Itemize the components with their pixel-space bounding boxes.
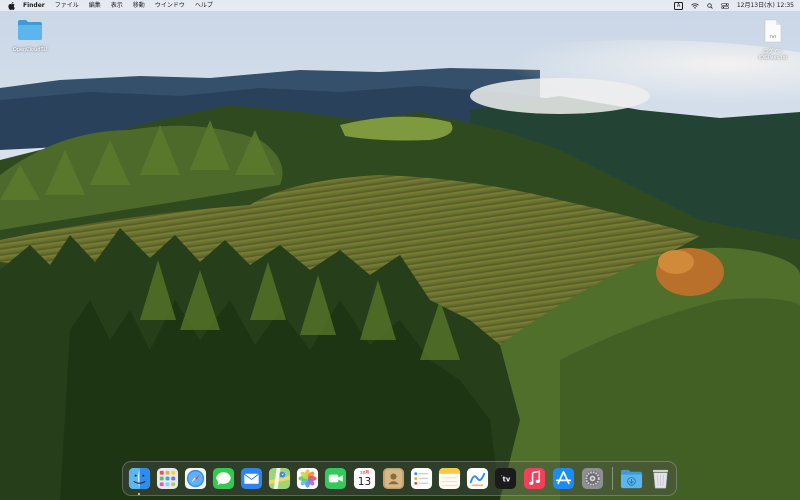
dock-messages[interactable] (212, 467, 235, 490)
desktop-icon-label: OpenCloudTU (12, 47, 48, 53)
dock-safari[interactable] (184, 467, 207, 490)
menu-window[interactable]: ウインドウ (150, 0, 190, 11)
menu-edit[interactable]: 編集 (84, 0, 106, 11)
folder-icon (18, 20, 42, 40)
dock-freeform[interactable] (466, 467, 489, 490)
reminders-icon (410, 467, 433, 490)
desktop-icon-label: ログイン ID&Pass.txt (758, 49, 788, 61)
dock-launchpad[interactable] (156, 467, 179, 490)
menu-go[interactable]: 移動 (128, 0, 150, 11)
calendar-month-label: 12月 (360, 470, 369, 475)
mail-icon (240, 467, 263, 490)
dock-calendar[interactable]: 12月 13 (353, 467, 376, 490)
input-source-menu[interactable]: A (674, 1, 683, 10)
safari-icon (184, 467, 207, 490)
dock-mail[interactable] (240, 467, 263, 490)
dock-facetime[interactable] (324, 467, 347, 490)
dock-contacts[interactable] (382, 467, 405, 490)
desktop-folder-opencloud[interactable]: OpenCloudTU (5, 19, 55, 53)
photos-icon (296, 467, 319, 490)
running-indicator (138, 493, 140, 495)
downloads-folder-icon (620, 469, 643, 489)
calendar-day-label: 13 (358, 476, 371, 488)
input-source-badge: A (674, 1, 683, 10)
wifi-icon[interactable] (691, 2, 699, 9)
menu-bar: Finder ファイル 編集 表示 移動 ウインドウ ヘルプ A 12月13日(… (0, 0, 800, 11)
dock-tv[interactable]: tv (494, 467, 517, 490)
app-store-icon (552, 467, 575, 490)
dock-reminders[interactable] (410, 467, 433, 490)
trash-icon (652, 469, 669, 489)
desktop-wallpaper (0, 0, 800, 500)
dock-maps[interactable] (268, 467, 291, 490)
calendar-icon: 12月 13 (353, 467, 376, 490)
desktop-file-id-password[interactable]: TXT ログイン ID&Pass.txt (748, 19, 798, 61)
contacts-icon (382, 467, 405, 490)
maps-icon (268, 467, 291, 490)
menu-clock[interactable]: 12月13日(水) 12:35 (737, 0, 794, 11)
menu-app-name[interactable]: Finder (21, 0, 50, 11)
dock-trash[interactable] (649, 467, 672, 490)
tv-icon: tv (494, 467, 517, 490)
dock-separator (612, 467, 613, 490)
facetime-icon (324, 467, 347, 490)
menu-view[interactable]: 表示 (106, 0, 128, 11)
control-center-icon[interactable] (721, 2, 729, 9)
dock-system-settings[interactable] (581, 467, 604, 490)
text-file-icon: TXT (764, 19, 782, 43)
dock-photos[interactable] (296, 467, 319, 490)
launchpad-icon (156, 467, 179, 490)
apple-menu-icon[interactable] (8, 1, 15, 10)
dock-downloads[interactable] (620, 467, 643, 490)
dock-music[interactable] (523, 467, 546, 490)
freeform-icon (466, 467, 489, 490)
dock-finder[interactable] (128, 467, 151, 490)
finder-icon (128, 467, 151, 490)
dock-app-store[interactable] (552, 467, 575, 490)
tv-label: tv (503, 475, 511, 483)
settings-icon (581, 467, 604, 490)
search-icon[interactable] (707, 2, 713, 9)
notes-icon (438, 467, 461, 490)
music-icon (523, 467, 546, 490)
text-file-badge: TXT (769, 35, 777, 39)
menu-file[interactable]: ファイル (50, 0, 84, 11)
messages-icon (212, 467, 235, 490)
menu-help[interactable]: ヘルプ (190, 0, 218, 11)
dock-notes[interactable] (438, 467, 461, 490)
